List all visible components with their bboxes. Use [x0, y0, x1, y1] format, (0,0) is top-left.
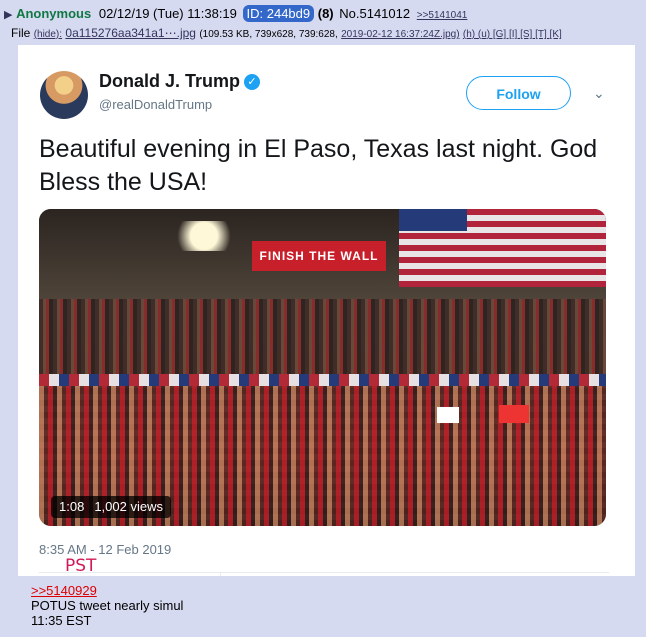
flag-canton [399, 209, 467, 231]
post-text-line: POTUS tweet nearly simul [31, 598, 184, 613]
poster-id-count: (8) [317, 6, 334, 21]
file-info: File (hide): 0a115276aa341a1⋯.jpg (109.5… [11, 26, 562, 40]
video-views: 1,002 views [94, 499, 163, 514]
post-menu-arrow-icon[interactable]: ▶ [4, 9, 12, 21]
quote-link[interactable]: >>5140929 [31, 583, 183, 598]
tweet-video: FINISH THE WALL 1:08 1,002 views [39, 209, 606, 526]
poster-name: Anonymous [16, 6, 92, 21]
follow-button: Follow [466, 76, 571, 110]
tweet-author: Donald J. Trump ✓ [99, 71, 261, 92]
file-original-name-link[interactable]: 2019-02-12 16:37:24Z.jpg) [341, 29, 459, 40]
hide-file-link[interactable]: (hide): [34, 29, 62, 40]
reply-backlink[interactable]: >>5141041 [417, 10, 468, 21]
tweet-text: Beautiful evening in El Paso, Texas last… [39, 135, 598, 196]
file-name-link[interactable]: 0a115276aa341a1⋯.jpg [65, 26, 196, 40]
post-datetime: 02/12/19 (Tue) 11:38:19 [98, 6, 237, 21]
post-body: >>5140929 POTUS tweet nearly simul 11:35… [31, 583, 183, 628]
crowd-sign [499, 405, 529, 423]
verified-badge-icon: ✓ [244, 74, 261, 90]
post-image[interactable]: Donald J. Trump ✓ @realDonaldTrump Follow… [18, 45, 635, 576]
video-stats-badge: 1:08 1,002 views [51, 496, 171, 518]
file-label: File [11, 26, 31, 40]
arena-lights [169, 221, 239, 251]
crowd-sign [437, 407, 459, 423]
chevron-down-icon: ⌄ [593, 85, 605, 101]
tweet-handle: @realDonaldTrump [99, 97, 213, 112]
crowd-background [39, 299, 606, 379]
file-meta: (109.53 KB, 739x628, 739:628, [199, 29, 338, 40]
poster-id-badge[interactable]: ID: 244bd9 [242, 5, 315, 22]
post-header: ▶ Anonymous 02/12/19 (Tue) 11:38:19 ID: … [4, 5, 468, 22]
tweet-timestamp: 8:35 AM - 12 Feb 2019 [39, 542, 172, 557]
post-number-link[interactable]: No.5141012 [339, 6, 410, 21]
finish-the-wall-banner: FINISH THE WALL [252, 241, 386, 271]
post-text-line: 11:35 EST [31, 613, 92, 628]
handwritten-annotation: PST [65, 556, 97, 576]
video-duration: 1:08 [59, 499, 85, 514]
file-tool-links[interactable]: (h) (u) [G] [I] [S] [T] [K] [463, 29, 562, 40]
divider [39, 572, 609, 573]
divider [220, 572, 221, 576]
tweet-author-name: Donald J. Trump [99, 71, 241, 91]
stage-bunting [39, 374, 606, 386]
american-flag [399, 209, 606, 287]
avatar [40, 71, 88, 119]
